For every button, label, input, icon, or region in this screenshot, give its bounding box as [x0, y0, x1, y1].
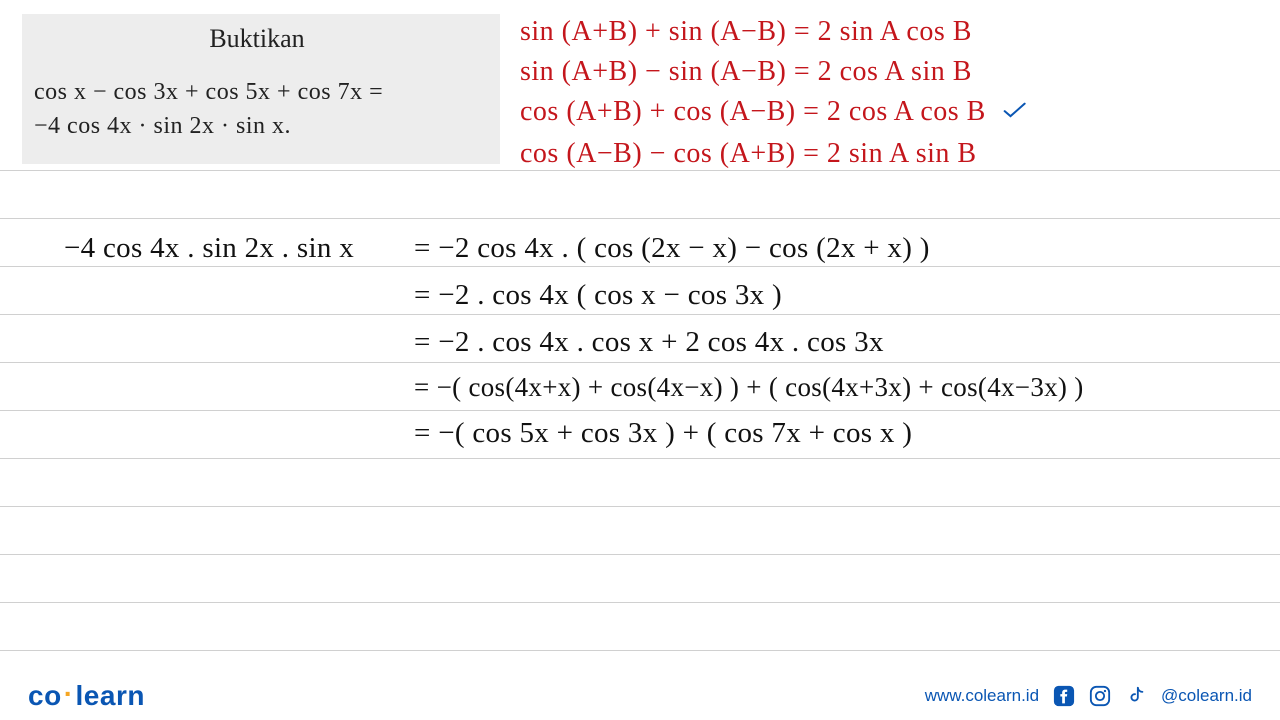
- brand-learn: learn: [76, 680, 145, 711]
- facebook-icon: [1053, 685, 1075, 707]
- work-line-3: = −2 . cos 4x . cos x + 2 cos 4x . cos 3…: [64, 319, 1264, 366]
- identity-3: cos (A+B) + cos (A−B) = 2 cos A cos B: [520, 92, 1270, 135]
- work-rhs-5: = −( cos 5x + cos 3x ) + ( cos 7x + cos …: [414, 410, 912, 457]
- problem-line-2: −4 cos 4x · sin 2x · sin x.: [34, 110, 480, 144]
- identity-2: sin (A+B) − sin (A−B) = 2 cos A sin B: [520, 52, 1270, 92]
- instagram-icon: [1089, 685, 1111, 707]
- checkmark-icon: [999, 92, 1027, 135]
- footer: co·learn www.colearn.id @colearn.id: [0, 672, 1280, 720]
- identity-1: sin (A+B) + sin (A−B) = 2 sin A cos B: [520, 12, 1270, 52]
- footer-handle: @colearn.id: [1161, 686, 1252, 706]
- brand-dot-icon: ·: [62, 678, 76, 709]
- work-rhs-3: = −2 . cos 4x . cos x + 2 cos 4x . cos 3…: [414, 319, 884, 366]
- brand-logo: co·learn: [28, 680, 145, 712]
- identity-4: cos (A−B) − cos (A+B) = 2 sin A sin B: [520, 134, 1270, 174]
- work-line-2: = −2 . cos 4x ( cos x − cos 3x ): [64, 272, 1264, 319]
- work-line-4: = −( cos(4x+x) + cos(4x−x) ) + ( cos(4x+…: [64, 366, 1264, 410]
- problem-equation: cos x − cos 3x + cos 5x + cos 7x = −4 co…: [34, 76, 480, 143]
- problem-line-1: cos x − cos 3x + cos 5x + cos 7x =: [34, 76, 480, 110]
- work-line-5: = −( cos 5x + cos 3x ) + ( cos 7x + cos …: [64, 410, 1264, 457]
- brand-co: co: [28, 680, 62, 711]
- problem-box: Buktikan cos x − cos 3x + cos 5x + cos 7…: [22, 14, 500, 164]
- footer-url: www.colearn.id: [925, 686, 1039, 706]
- footer-right: www.colearn.id @colearn.id: [925, 685, 1252, 707]
- work-rhs-4: = −( cos(4x+x) + cos(4x−x) ) + ( cos(4x+…: [414, 366, 1084, 410]
- trig-identities: sin (A+B) + sin (A−B) = 2 sin A cos B si…: [520, 12, 1270, 174]
- problem-title: Buktikan: [34, 24, 480, 54]
- work-rhs-2: = −2 . cos 4x ( cos x − cos 3x ): [414, 272, 782, 319]
- work-line-1: −4 cos 4x . sin 2x . sin x = −2 cos 4x .…: [64, 225, 1264, 272]
- tiktok-icon: [1125, 685, 1147, 707]
- work-lhs: −4 cos 4x . sin 2x . sin x: [64, 225, 414, 272]
- identity-3-text: cos (A+B) + cos (A−B) = 2 cos A cos B: [520, 96, 986, 127]
- solution-work: −4 cos 4x . sin 2x . sin x = −2 cos 4x .…: [64, 225, 1264, 457]
- work-rhs-1: = −2 cos 4x . ( cos (2x − x) − cos (2x +…: [414, 225, 930, 272]
